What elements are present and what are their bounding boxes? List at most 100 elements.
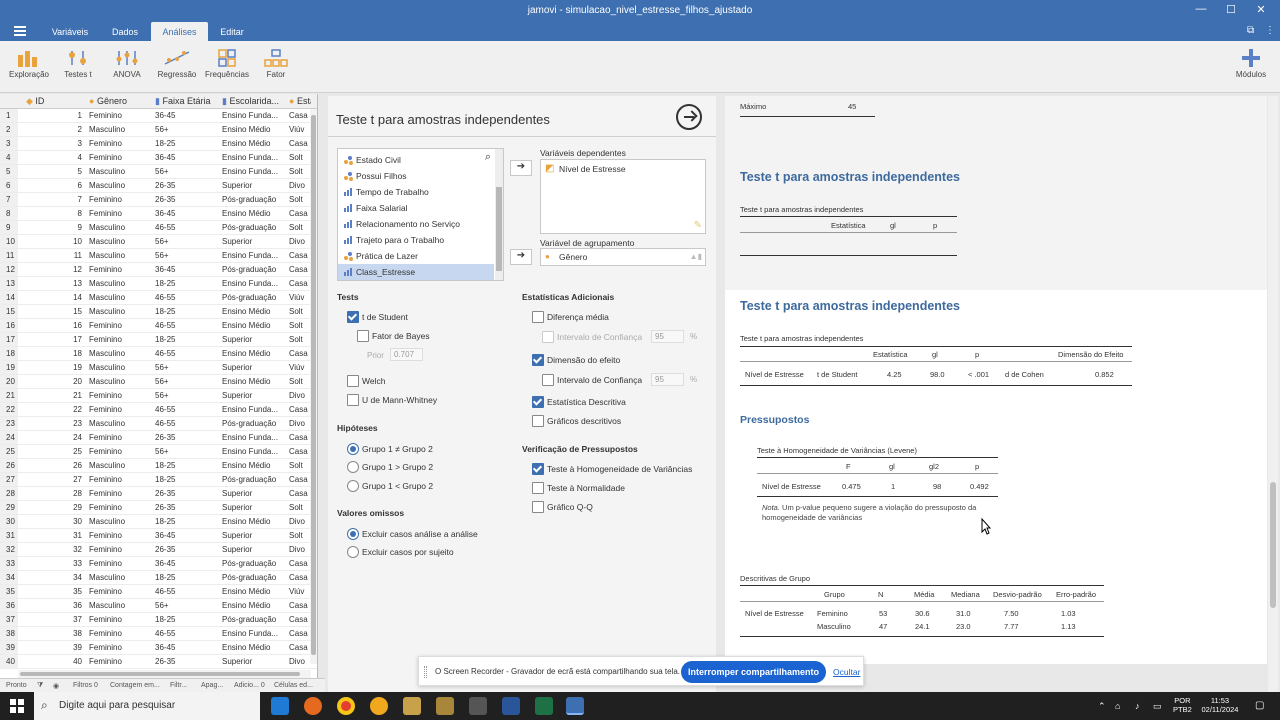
table-row[interactable]: 20 20 Masculino 56+ Ensino Médio Solt bbox=[0, 375, 317, 389]
table-cell[interactable]: Ensino Médio bbox=[222, 125, 286, 134]
table-cell[interactable]: 56+ bbox=[155, 601, 219, 610]
table-cell[interactable]: 30 bbox=[20, 517, 82, 526]
table-row[interactable]: 40 40 Feminino 26-35 Superior Divo bbox=[0, 655, 317, 669]
table-cell[interactable]: Divo bbox=[289, 237, 311, 246]
table-cell[interactable]: 9 bbox=[20, 223, 82, 232]
tray-chevron-icon[interactable]: ⌃ bbox=[1098, 701, 1106, 712]
variable-item[interactable]: Class_Estresse bbox=[338, 264, 494, 280]
table-cell[interactable]: 5 bbox=[20, 167, 82, 176]
col-header-estado[interactable]: ● Esta bbox=[289, 96, 311, 106]
row-number[interactable]: 15 bbox=[0, 305, 18, 318]
table-cell[interactable]: 19 bbox=[20, 363, 82, 372]
table-cell[interactable]: Feminino bbox=[89, 391, 153, 400]
windows-start-icon[interactable] bbox=[10, 699, 24, 713]
table-cell[interactable]: 26-35 bbox=[155, 657, 219, 666]
row-number[interactable]: 39 bbox=[0, 641, 18, 654]
table-cell[interactable]: Casa bbox=[289, 573, 311, 582]
col-header-genero[interactable]: ● Gênero bbox=[89, 96, 127, 106]
row-number[interactable]: 12 bbox=[0, 263, 18, 276]
language-indicator[interactable]: POR PTB2 bbox=[1173, 696, 1192, 714]
student-checkbox[interactable]: t de Student bbox=[347, 311, 408, 324]
table-cell[interactable]: Ensino Funda... bbox=[222, 111, 286, 120]
table-cell[interactable]: Viúv bbox=[289, 587, 311, 596]
modules-button[interactable]: Módulos bbox=[1228, 49, 1274, 79]
col-header-faixa-etaria[interactable]: ▮ Faixa Etária bbox=[155, 96, 219, 107]
table-cell[interactable]: Pós-graduação bbox=[222, 559, 286, 568]
table-cell[interactable]: Masculino bbox=[89, 237, 153, 246]
table-cell[interactable]: 10 bbox=[20, 237, 82, 246]
table-cell[interactable]: 17 bbox=[20, 335, 82, 344]
table-cell[interactable]: 56+ bbox=[155, 125, 219, 134]
normality-checkbox[interactable]: Teste à Normalidade bbox=[532, 482, 625, 495]
table-cell[interactable]: Ensino Médio bbox=[222, 461, 286, 470]
table-cell[interactable]: Masculino bbox=[89, 363, 153, 372]
table-cell[interactable]: Solt bbox=[289, 321, 311, 330]
col-header-id[interactable]: ◆ ID bbox=[26, 96, 44, 107]
table-cell[interactable]: Feminino bbox=[89, 657, 153, 666]
spreadsheet-horizontal-scrollbar[interactable] bbox=[18, 670, 311, 678]
row-number[interactable]: 23 bbox=[0, 417, 18, 430]
table-cell[interactable]: 46-55 bbox=[155, 223, 219, 232]
table-cell[interactable]: Ensino Funda... bbox=[222, 153, 286, 162]
data-spreadsheet[interactable]: ◆ ID ● Gênero ▮ Faixa Etária ▮ Escolarid… bbox=[0, 94, 318, 678]
table-cell[interactable]: Solt bbox=[289, 307, 311, 316]
table-cell[interactable]: 18-25 bbox=[155, 461, 219, 470]
table-row[interactable]: 8 8 Feminino 36-45 Ensino Médio Casa bbox=[0, 207, 317, 221]
clock[interactable]: 11:53 02/11/2024 bbox=[1198, 696, 1242, 714]
table-row[interactable]: 32 32 Feminino 26-35 Superior Divo bbox=[0, 543, 317, 557]
row-number[interactable]: 25 bbox=[0, 445, 18, 458]
descriptive-plots-checkbox[interactable]: Gráficos descritivos bbox=[532, 415, 621, 428]
table-row[interactable]: 27 27 Feminino 18-25 Pós-graduação Casa bbox=[0, 473, 317, 487]
hypothesis-two-sided-radio[interactable]: Grupo 1 ≠ Grupo 2 bbox=[347, 443, 433, 455]
table-cell[interactable]: Feminino bbox=[89, 195, 153, 204]
table-row[interactable]: 10 10 Masculino 56+ Superior Divo bbox=[0, 235, 317, 249]
table-row[interactable]: 37 37 Feminino 18-25 Pós-graduação Casa bbox=[0, 613, 317, 627]
table-cell[interactable]: Masculino bbox=[89, 167, 153, 176]
row-number[interactable]: 11 bbox=[0, 249, 18, 262]
variable-list-scrollbar[interactable] bbox=[495, 149, 503, 280]
table-cell[interactable]: 1 bbox=[20, 111, 82, 120]
table-row[interactable]: 7 7 Feminino 26-35 Pós-graduação Solt bbox=[0, 193, 317, 207]
table-cell[interactable]: 18-25 bbox=[155, 573, 219, 582]
move-to-grouping-button[interactable]: ➔ bbox=[510, 249, 532, 265]
row-number[interactable]: 29 bbox=[0, 501, 18, 514]
table-cell[interactable]: Masculino bbox=[89, 251, 153, 260]
table-cell[interactable]: 16 bbox=[20, 321, 82, 330]
table-cell[interactable]: Casa bbox=[289, 251, 311, 260]
results-scrollbar[interactable] bbox=[1268, 96, 1278, 692]
media-player-icon[interactable] bbox=[436, 697, 454, 715]
table-cell[interactable]: Feminino bbox=[89, 503, 153, 512]
table-row[interactable]: 24 24 Feminino 26-35 Ensino Funda... Casa bbox=[0, 431, 317, 445]
table-row[interactable]: 36 36 Masculino 56+ Ensino Médio Casa bbox=[0, 599, 317, 613]
col-header-escolaridade[interactable]: ▮ Escolarida... bbox=[222, 96, 286, 107]
battery-icon[interactable]: ▭ bbox=[1153, 701, 1162, 712]
table-cell[interactable]: 20 bbox=[20, 377, 82, 386]
variable-list[interactable]: ⌕ Estado Civil Possui Filhos Tempo de Trab… bbox=[337, 148, 504, 281]
table-cell[interactable]: Divo bbox=[289, 181, 311, 190]
table-cell[interactable]: 13 bbox=[20, 279, 82, 288]
more-options-icon[interactable]: ⋮ bbox=[1265, 25, 1275, 36]
table-cell[interactable]: 36-45 bbox=[155, 559, 219, 568]
t-tests-button[interactable]: Testes t bbox=[55, 49, 101, 79]
row-number[interactable]: 10 bbox=[0, 235, 18, 248]
hypothesis-less-radio[interactable]: Grupo 1 < Grupo 2 bbox=[347, 480, 433, 492]
table-cell[interactable]: Ensino Funda... bbox=[222, 447, 286, 456]
exploration-button[interactable]: Exploração bbox=[6, 49, 52, 79]
table-cell[interactable]: Feminino bbox=[89, 321, 153, 330]
row-number[interactable]: 33 bbox=[0, 557, 18, 570]
table-row[interactable]: 2 2 Masculino 56+ Ensino Médio Viúv bbox=[0, 123, 317, 137]
table-cell[interactable]: Casa bbox=[289, 265, 311, 274]
tab-editar[interactable]: Editar bbox=[214, 22, 250, 41]
table-cell[interactable]: Superior bbox=[222, 237, 286, 246]
table-row[interactable]: 6 6 Masculino 26-35 Superior Divo bbox=[0, 179, 317, 193]
edge-icon[interactable] bbox=[271, 697, 289, 715]
table-cell[interactable]: Casa bbox=[289, 433, 311, 442]
row-number[interactable]: 26 bbox=[0, 459, 18, 472]
volume-icon[interactable]: ♪ bbox=[1135, 701, 1140, 711]
table-row[interactable]: 9 9 Masculino 46-55 Pós-graduação Solt bbox=[0, 221, 317, 235]
homogeneity-checkbox[interactable]: Teste à Homogeneidade de Variâncias bbox=[532, 463, 692, 476]
table-cell[interactable]: Casa bbox=[289, 209, 311, 218]
table-cell[interactable]: Feminino bbox=[89, 615, 153, 624]
table-cell[interactable]: Ensino Médio bbox=[222, 517, 286, 526]
table-row[interactable]: 29 29 Feminino 26-35 Superior Solt bbox=[0, 501, 317, 515]
